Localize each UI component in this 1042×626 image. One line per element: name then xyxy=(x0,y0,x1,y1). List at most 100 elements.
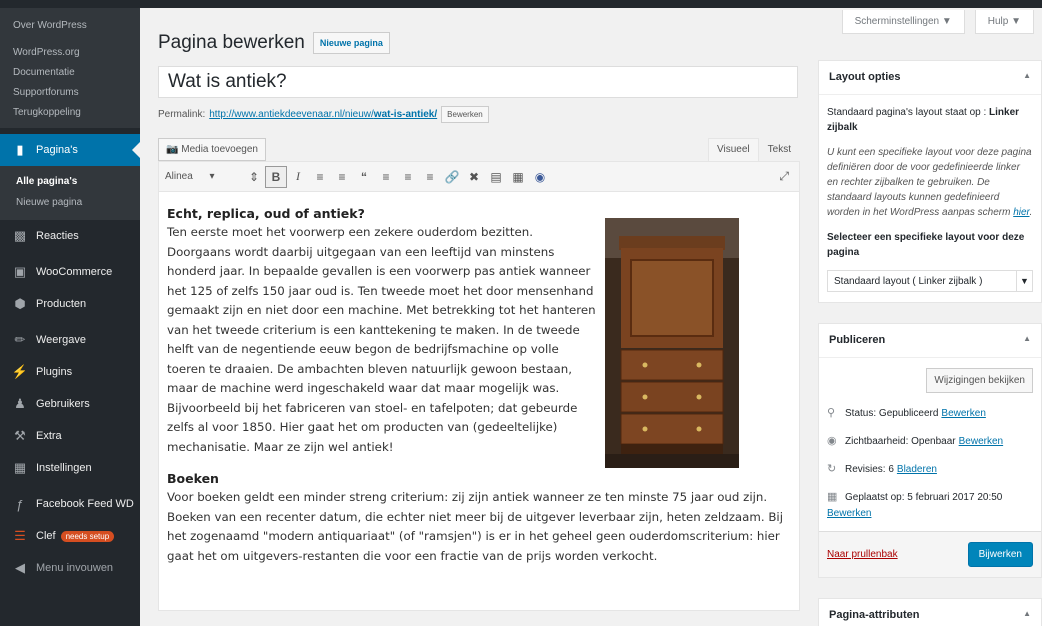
bullet-list-icon[interactable]: ≡ xyxy=(309,166,331,188)
pin-icon: ⚲ xyxy=(827,407,836,419)
submenu-over-wordpress[interactable]: Over WordPress xyxy=(0,12,140,42)
toggle-arrow-icon[interactable]: ▲ xyxy=(1023,609,1031,622)
read-more-icon[interactable]: ▤ xyxy=(485,166,507,188)
align-center-icon[interactable]: ≡ xyxy=(397,166,419,188)
pages-submenu: Alle pagina's Nieuwe pagina xyxy=(0,166,140,220)
link-icon[interactable]: 🔗 xyxy=(441,166,463,188)
fullscreen-icon[interactable]: ⤢ xyxy=(779,169,789,184)
permalink-slug: wat-is-antiek/ xyxy=(373,109,438,120)
submenu-wordpress-org[interactable]: WordPress.org xyxy=(0,42,140,62)
collapse-menu-button[interactable]: ◀ Menu invouwen xyxy=(0,552,140,584)
admin-sidebar: Over WordPress WordPress.org Documentati… xyxy=(0,8,140,626)
users-icon: ♟ xyxy=(14,396,26,411)
edit-permalink-button[interactable]: Bewerken xyxy=(441,106,489,123)
editor-content[interactable]: Echt, replica, oud of antiek? Ten eerste… xyxy=(159,192,799,576)
sidebar-item-tools[interactable]: ⚒ Extra xyxy=(0,420,140,452)
calendar-icon: ▦ xyxy=(827,491,838,503)
sidebar-item-settings[interactable]: ▦ Instellingen xyxy=(0,452,140,484)
sidebar-item-label: Reacties xyxy=(36,230,79,242)
layout-info-link[interactable]: hier xyxy=(1013,207,1029,218)
help-button[interactable]: Hulp ▼ xyxy=(974,10,1034,34)
align-left-icon[interactable]: ≡ xyxy=(375,166,397,188)
visibility-row: ◉ Zichtbaarheid: Openbaar Bewerken xyxy=(827,434,1033,449)
default-layout-label: Standaard pagina's layout staat op : xyxy=(827,107,987,118)
content-heading-2: Boeken xyxy=(167,471,219,486)
blockquote-icon[interactable]: “ xyxy=(353,166,375,188)
content-paragraph-1: Ten eerste moet het voorwerp een zekere … xyxy=(167,225,596,454)
main-content: Pagina bewerken Nieuwe pagina Permalink:… xyxy=(158,28,800,611)
screen-options-button[interactable]: Scherminstellingen ▼ xyxy=(841,10,965,34)
sidebar-item-label: Pagina's xyxy=(36,144,78,156)
add-new-page-button[interactable]: Nieuwe pagina xyxy=(312,32,390,54)
add-media-button[interactable]: 📷 Media toevoegen xyxy=(158,138,266,161)
edit-status-link[interactable]: Bewerken xyxy=(941,406,985,421)
submenu-terugkoppeling[interactable]: Terugkoppeling xyxy=(0,102,140,122)
clef-icon: ☰ xyxy=(14,528,26,543)
submenu-supportforums[interactable]: Supportforums xyxy=(0,82,140,102)
sidebar-item-clef[interactable]: ☰ Clef needs setup xyxy=(0,520,140,552)
sidebar-item-label: Producten xyxy=(36,298,87,310)
edit-date-link[interactable]: Bewerken xyxy=(827,508,871,519)
sidebar-item-comments[interactable]: ▩ Reacties xyxy=(0,220,140,252)
revisions-label: Revisies: 6 xyxy=(845,464,894,475)
revisions-row: ↻ Revisies: 6 Bladeren xyxy=(827,462,1033,477)
facebook-embed-icon[interactable]: ◉ xyxy=(529,166,551,188)
permalink-row: Permalink: http://www.antiekdeevenaar.nl… xyxy=(158,106,800,123)
page-attributes-title: Pagina-attributen xyxy=(829,609,920,621)
pages-icon: ▮ xyxy=(16,142,24,157)
layout-select[interactable]: Standaard layout ( Linker zijbalk ) ▼ xyxy=(827,270,1033,292)
published-value: 5 februari 2017 20:50 xyxy=(907,492,1003,503)
permalink-base: http://www.antiekdeevenaar.nl/nieuw/ xyxy=(209,109,374,120)
sidebar-item-label: Weergave xyxy=(36,334,86,346)
edit-visibility-link[interactable]: Bewerken xyxy=(959,434,1003,449)
page-attributes-box: Pagina-attributen ▲ xyxy=(818,598,1042,626)
sidebar-metaboxes: Layout opties ▲ Standaard pagina's layout… xyxy=(818,60,1042,626)
add-media-label: Media toevoegen xyxy=(181,144,258,155)
wordpress-submenu: Over WordPress WordPress.org Documentati… xyxy=(0,8,140,128)
top-bar xyxy=(0,0,1042,8)
status-label: Status: xyxy=(845,408,877,419)
browse-revisions-link[interactable]: Bladeren xyxy=(897,462,937,477)
move-to-trash-link[interactable]: Naar prullenbak xyxy=(827,549,898,560)
numbered-list-icon[interactable]: ≡ xyxy=(331,166,353,188)
sidebar-item-facebook-feed[interactable]: ƒ Facebook Feed WD xyxy=(0,488,140,520)
italic-icon[interactable]: I xyxy=(287,166,309,188)
brush-icon: ✏ xyxy=(14,332,26,347)
format-select[interactable]: Alinea ▾ xyxy=(165,171,243,182)
sidebar-item-label: Clef xyxy=(36,530,56,542)
update-button[interactable]: Bijwerken xyxy=(967,542,1033,567)
visibility-label: Zichtbaarheid: xyxy=(845,436,909,447)
toolbar-toggle-icon[interactable]: ▦ xyxy=(507,166,529,188)
align-right-icon[interactable]: ≡ xyxy=(419,166,441,188)
wrench-icon: ⚒ xyxy=(14,428,26,443)
preview-changes-button[interactable]: Wijzigingen bekijken xyxy=(926,368,1033,393)
sidebar-item-pages[interactable]: ▮ Pagina's xyxy=(0,134,140,166)
published-label: Geplaatst op: xyxy=(845,492,905,503)
sidebar-item-label: Instellingen xyxy=(36,462,92,474)
toggle-arrow-icon[interactable]: ▲ xyxy=(1023,334,1031,347)
sidebar-item-appearance[interactable]: ✏ Weergave xyxy=(0,324,140,356)
submenu-new-page[interactable]: Nieuwe pagina xyxy=(0,191,140,212)
post-title-input[interactable] xyxy=(158,66,798,98)
published-row: ▦ Geplaatst op: 5 februari 2017 20:50 xyxy=(827,490,1033,505)
tab-visual[interactable]: Visueel xyxy=(708,138,759,161)
status-row: ⚲ Status: Gepubliceerd Bewerken xyxy=(827,406,1033,421)
sidebar-item-label: Facebook Feed WD xyxy=(36,498,134,510)
toggle-arrow-icon[interactable]: ▲ xyxy=(1023,71,1031,84)
sidebar-item-products[interactable]: ⬢ Producten xyxy=(0,288,140,320)
sidebar-item-plugins[interactable]: ⚡ Plugins xyxy=(0,356,140,388)
layout-options-box: Layout opties ▲ Standaard pagina's layout… xyxy=(818,60,1042,303)
antique-cabinet-image[interactable] xyxy=(605,218,739,468)
submenu-documentatie[interactable]: Documentatie xyxy=(0,62,140,82)
permalink-link[interactable]: http://www.antiekdeevenaar.nl/nieuw/wat-… xyxy=(209,109,437,120)
updown-icon[interactable]: ⇕ xyxy=(243,166,265,188)
bold-icon[interactable]: B xyxy=(265,165,287,188)
tab-text[interactable]: Tekst xyxy=(759,138,800,161)
unlink-icon[interactable]: ✖ xyxy=(463,166,485,188)
sidebar-item-users[interactable]: ♟ Gebruikers xyxy=(0,388,140,420)
status-value: Gepubliceerd xyxy=(878,408,939,419)
sidebar-item-label: Gebruikers xyxy=(36,398,90,410)
submenu-all-pages[interactable]: Alle pagina's xyxy=(0,170,140,191)
editor: Alinea ▾ ⇕ B I ≡ ≡ “ ≡ ≡ ≡ 🔗 ✖ ▤ ▦ ◉ ⤢ E… xyxy=(158,161,800,611)
sidebar-item-woocommerce[interactable]: ▣ WooCommerce xyxy=(0,256,140,288)
